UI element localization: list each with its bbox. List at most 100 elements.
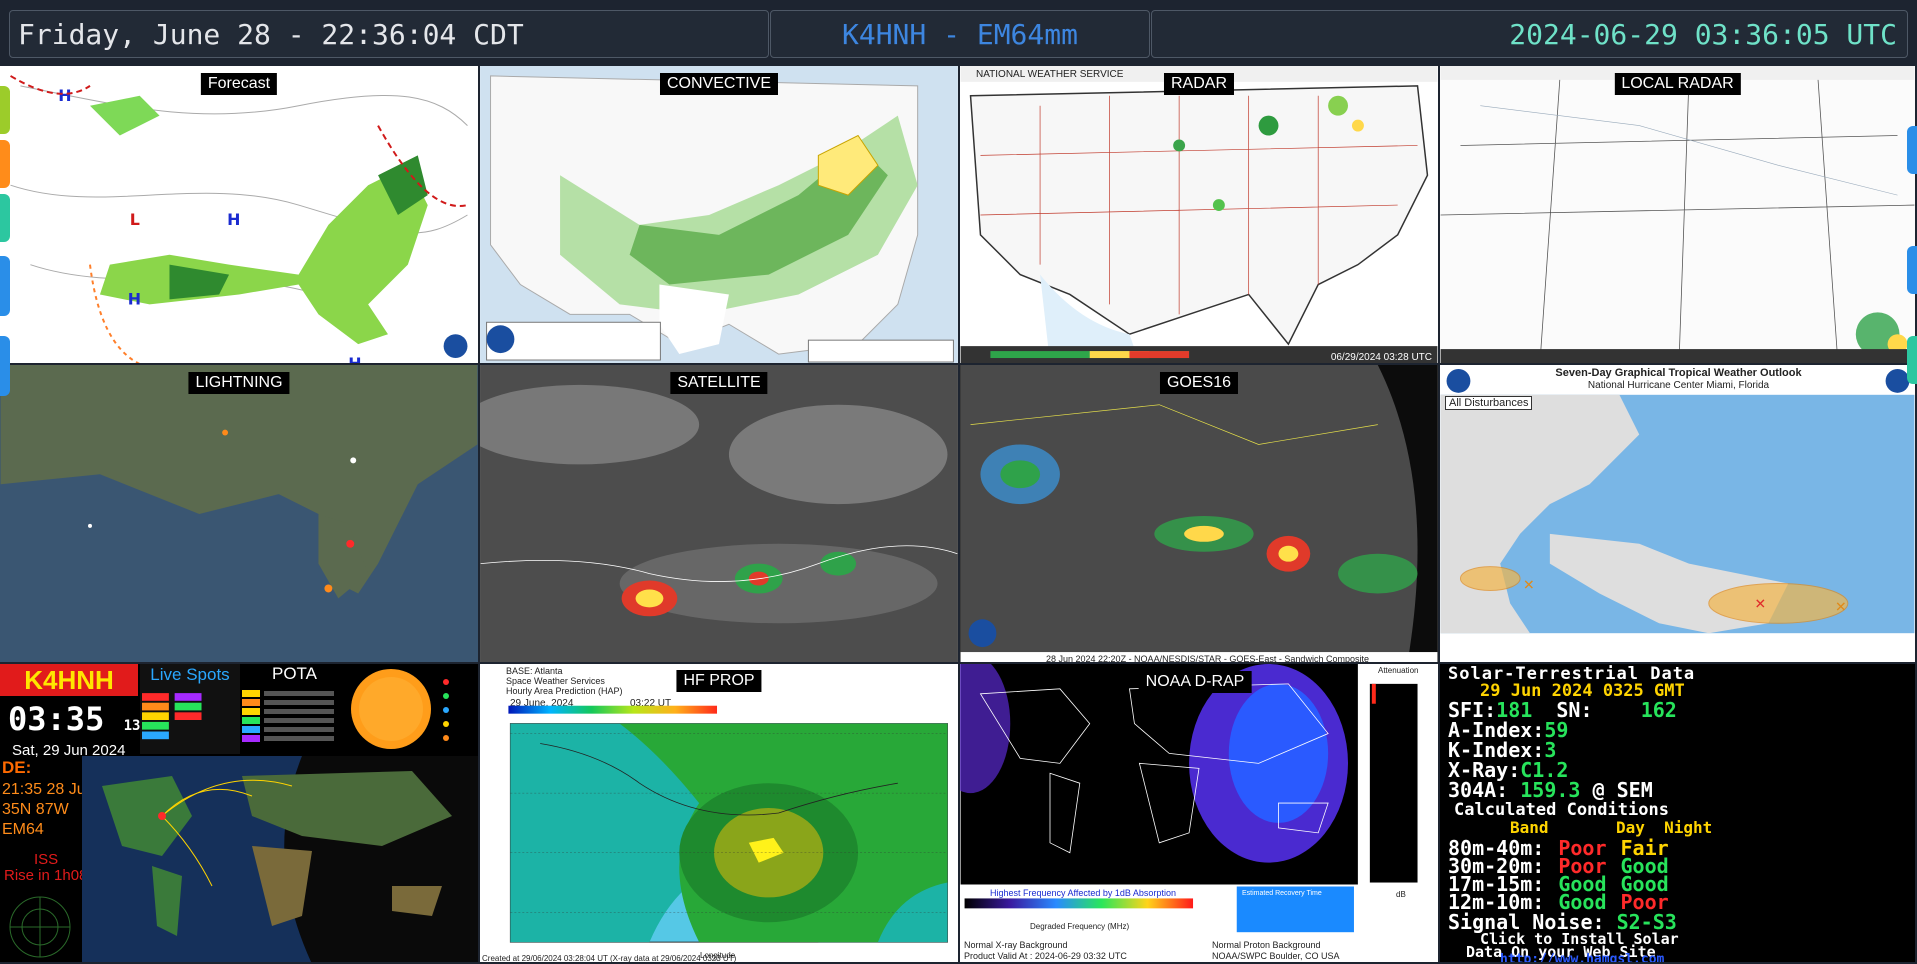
lightning-tile[interactable]: LIGHTNING — [0, 365, 480, 664]
band-header-night: Night — [1664, 818, 1713, 837]
solar-url[interactable]: http://www.hamqsl.com — [1500, 952, 1664, 962]
svg-text:✕: ✕ — [1754, 596, 1766, 612]
tropical-subtitle: National Hurricane Center Miami, Florida — [1587, 380, 1770, 391]
hf-prop-map — [508, 705, 948, 943]
pota-title: POTA — [272, 664, 318, 683]
f304-value: 159.3 — [1520, 778, 1581, 802]
iss-label: ISS — [34, 851, 59, 868]
hf-prop-tile[interactable]: BASE: Atlanta Space Weather Services Hou… — [480, 664, 960, 964]
iss-rise: Rise in 1h08 — [4, 867, 88, 884]
forecast-tile[interactable]: H H H H L Forecast — [0, 66, 480, 365]
tile-label-local-radar: LOCAL RADAR — [1614, 73, 1741, 95]
pota-list — [242, 690, 334, 742]
local-radar-tile[interactable]: LOCAL RADAR — [1440, 66, 1917, 365]
tile-label-noaa-drap: NOAA D-RAP — [1138, 671, 1252, 693]
drap-proton-bg: Normal Proton Background — [1212, 940, 1321, 950]
tropical-outlook-tile[interactable]: ✕ ✕ ✕ Seven-Day Graphical Tropical Weath… — [1440, 365, 1917, 664]
de-clock-time: 03:35 — [8, 700, 105, 738]
drap-valid: Product Valid At : 2024-06-29 03:32 UTC — [964, 951, 1127, 961]
live-spots-table — [142, 693, 202, 740]
live-spots-panel[interactable]: Live Spots — [140, 664, 240, 754]
iss-info[interactable]: ISS Rise in 1h08 — [4, 852, 87, 884]
tropical-title: Seven-Day Graphical Tropical Weather Out… — [1555, 367, 1802, 379]
callsign-grid[interactable]: K4HNH - EM64mm — [770, 10, 1150, 58]
world-map-image — [82, 756, 478, 962]
iss-polar-plot — [9, 896, 71, 958]
drap-recovery: Estimated Recovery Time — [1242, 890, 1322, 897]
svg-text:H: H — [227, 210, 240, 229]
svg-text:✕: ✕ — [1835, 599, 1847, 615]
svg-text:L: L — [130, 210, 140, 229]
svg-text:H: H — [348, 354, 361, 363]
svg-text:H: H — [58, 86, 71, 105]
drap-bar-subtitle: Degraded Frequency (MHz) — [1030, 922, 1130, 931]
solar-terrestrial-panel[interactable]: Solar-Terrestrial Data 29 Jun 2024 0325 … — [1440, 664, 1917, 964]
satellite-image — [480, 365, 958, 662]
radar-map — [960, 66, 1438, 363]
ncdxf-beacons — [443, 679, 449, 741]
tile-label-satellite: SATELLITE — [670, 372, 768, 394]
side-tab-right-1[interactable] — [1907, 126, 1917, 174]
side-tab-2[interactable] — [0, 140, 10, 188]
sun-image[interactable] — [345, 664, 437, 754]
side-tab-4[interactable] — [0, 256, 10, 316]
de-callsign[interactable]: K4HNH — [0, 664, 138, 696]
tile-label-radar: RADAR — [1163, 73, 1235, 95]
tile-label-convective: CONVECTIVE — [659, 73, 779, 95]
drap-bar-title: Highest Frequency Affected by 1dB Absorp… — [990, 888, 1176, 898]
sn-value: 162 — [1640, 698, 1677, 722]
goes16-image — [960, 365, 1438, 662]
drap-map — [960, 664, 1438, 962]
nws-label: NATIONAL WEATHER SERVICE — [976, 69, 1124, 80]
live-spots-title: Live Spots — [150, 665, 230, 684]
tile-label-lightning: LIGHTNING — [188, 372, 290, 394]
radar-tile[interactable]: NATIONAL WEATHER SERVICE 06/29/2024 03:2… — [960, 66, 1440, 365]
solar-304-row: 304A: 159.3 @ SEM — [1448, 778, 1653, 802]
world-map[interactable] — [82, 756, 478, 962]
de-local-time: 21:35 28 Jun — [2, 781, 95, 798]
goes-caption: 28 Jun 2024 22:20Z - NOAA/NESDIS/STAR - … — [1046, 654, 1369, 664]
de-clock: 03:35 13 — [8, 700, 140, 738]
pota-panel[interactable]: POTA — [242, 664, 342, 754]
de-label: DE: — [2, 758, 32, 777]
goes16-tile[interactable]: 28 Jun 2024 22:20Z - NOAA/NESDIS/STAR - … — [960, 365, 1440, 664]
side-tab-right-2[interactable] — [1907, 246, 1917, 294]
band-header-band: Band — [1510, 818, 1549, 837]
local-radar-map — [1440, 66, 1915, 363]
side-tab-1[interactable] — [0, 86, 10, 134]
tile-label-forecast: Forecast — [200, 73, 278, 95]
convective-tile[interactable]: CONVECTIVE — [480, 66, 960, 365]
utc-time: 2024-06-29 03:36:05 UTC — [1151, 10, 1908, 58]
de-clock-seconds: 13 — [123, 718, 141, 734]
f304-label: 304A: — [1448, 778, 1509, 802]
drap-db: dB — [1396, 890, 1406, 899]
local-time: Friday, June 28 - 22:36:04 CDT — [9, 10, 769, 58]
drap-attenuation: Attenuation — [1378, 666, 1419, 675]
drap-xray-bg: Normal X-ray Background — [964, 940, 1068, 950]
sun-disc-icon — [351, 669, 431, 749]
drap-agency: NOAA/SWPC Boulder, CO USA — [1212, 951, 1340, 961]
side-tab-right-3[interactable] — [1907, 336, 1917, 384]
noaa-drap-tile[interactable]: Highest Frequency Affected by 1dB Absorp… — [960, 664, 1440, 964]
lightning-map — [0, 365, 478, 599]
header-bar: Friday, June 28 - 22:36:04 CDT K4HNH - E… — [0, 0, 1917, 66]
f304-source: @ SEM — [1592, 778, 1653, 802]
side-tab-3[interactable] — [0, 194, 10, 242]
forecast-map: H H H H L — [10, 75, 468, 363]
band-header-day: Day — [1615, 818, 1645, 837]
tile-label-goes16: GOES16 — [1159, 372, 1239, 394]
de-info: 21:35 28 Jun 35N 87W EM64 — [2, 780, 95, 840]
ncdxf-panel[interactable] — [440, 664, 478, 754]
svg-text:H: H — [128, 289, 141, 308]
dashboard-grid: H H H H L Forecast CONVECTIVE — [0, 66, 1917, 964]
de-grid: EM64 — [2, 821, 44, 838]
tile-label-hf-prop: HF PROP — [676, 670, 762, 692]
de-latlon: 35N 87W — [2, 801, 69, 818]
de-panel: K4HNH 03:35 13 Sat, 29 Jun 2024 Live Spo… — [0, 664, 480, 964]
satellite-tile[interactable]: SATELLITE — [480, 365, 960, 664]
calc-title: Calculated Conditions — [1454, 800, 1669, 820]
radar-timestamp: 06/29/2024 03:28 UTC — [1330, 352, 1432, 363]
svg-text:✕: ✕ — [1523, 577, 1535, 593]
hf-created: Created at 29/06/2024 03:28:04 UT (X-ray… — [482, 954, 737, 963]
side-tab-5[interactable] — [0, 336, 10, 396]
